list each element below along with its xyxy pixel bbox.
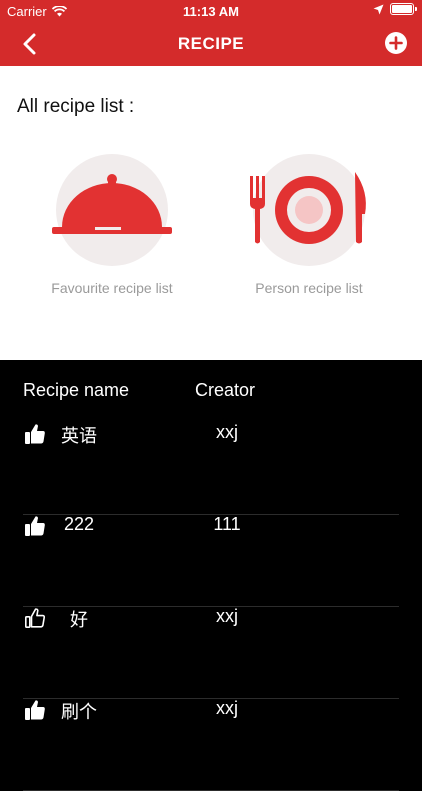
table-row[interactable]: 好 xxj [23,606,399,699]
person-recipe-list-button[interactable]: Person recipe list [234,154,384,296]
table-row[interactable]: 222 111 [23,514,399,607]
table-row[interactable]: 英语 xxj [23,422,399,515]
add-plus-icon[interactable] [384,31,408,55]
creator-cell: xxj [216,698,238,718]
recipe-name-cell: 222 [63,514,95,534]
page-title: RECIPE [177,34,245,53]
creator-cell: 111 [213,514,241,534]
section-title: All recipe list : [17,96,135,117]
person-recipe-list-label: Person recipe list [255,280,363,296]
favourite-recipe-list-button[interactable]: Favourite recipe list [37,154,187,296]
status-right [373,3,417,15]
battery-icon [390,3,417,15]
column-header-recipe-name: Recipe name [23,380,130,400]
creator-cell: xxj [216,422,238,442]
recipe-name-cell: 刷个 [61,702,97,722]
favourite-recipe-list-label: Favourite recipe list [51,280,173,296]
plate-cutlery-icon [250,154,366,266]
recipe-list-section: All recipe list : Favourite recipe list [0,66,422,360]
recipe-name-cell: 英语 [61,426,97,446]
recipe-name-cell: 好 [70,610,88,630]
creator-cell: xxj [216,606,238,626]
nav-bar: RECIPE [0,22,422,66]
location-icon [373,4,384,14]
status-time: 11:13 AM [183,4,239,19]
cloche-icon [52,154,172,266]
column-header-creator: Creator [195,380,256,400]
recipe-table: Recipe name Creator 英语 xxj 222 111 好 xxj… [0,360,422,791]
table-row[interactable]: 刷个 xxj [23,698,399,791]
status-bar: Carrier 11:13 AM [0,0,422,22]
